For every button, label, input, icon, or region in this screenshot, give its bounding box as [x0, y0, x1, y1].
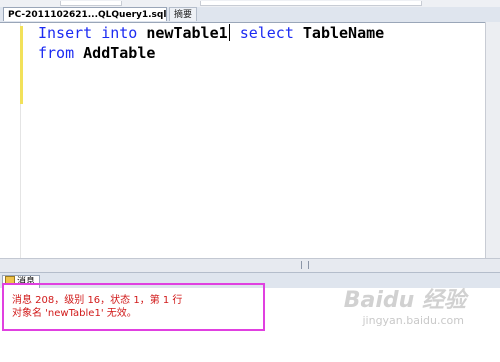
splitter-grip-icon[interactable]	[301, 261, 309, 269]
identifier-column: TableName	[302, 24, 385, 42]
code-line-2: from AddTable	[38, 43, 384, 63]
document-tabbar: PC-2011102621...QLQuery1.sql* 摘要	[0, 7, 500, 22]
code-area[interactable]: Insert into newTable1 select TableName fr…	[38, 23, 384, 63]
baidu-watermark-url: jingyan.baidu.com	[362, 314, 464, 327]
change-indicator-bar	[20, 26, 23, 104]
keyword-insert: Insert	[38, 24, 93, 42]
editor-vertical-scrollbar[interactable]	[485, 22, 500, 258]
code-line-1: Insert into newTable1 select TableName	[38, 23, 384, 43]
keyword-from: from	[38, 44, 75, 62]
tab-summary[interactable]: 摘要	[169, 7, 197, 21]
error-highlight-box	[2, 283, 265, 331]
keyword-select: select	[239, 24, 294, 42]
pane-splitter[interactable]	[0, 258, 500, 272]
toolbar-slot	[60, 1, 122, 6]
editor-gutter	[0, 23, 21, 259]
text-caret	[228, 24, 230, 41]
identifier-target-table: newTable1	[146, 24, 228, 42]
baidu-watermark-logo: Baidu 经验	[343, 288, 466, 313]
identifier-source-table: AddTable	[83, 44, 156, 62]
tab-query-file[interactable]: PC-2011102621...QLQuery1.sql*	[3, 7, 167, 21]
toolbar-slot	[200, 1, 422, 6]
query-editor[interactable]: Insert into newTable1 select TableName fr…	[0, 22, 485, 259]
keyword-into: into	[101, 24, 138, 42]
